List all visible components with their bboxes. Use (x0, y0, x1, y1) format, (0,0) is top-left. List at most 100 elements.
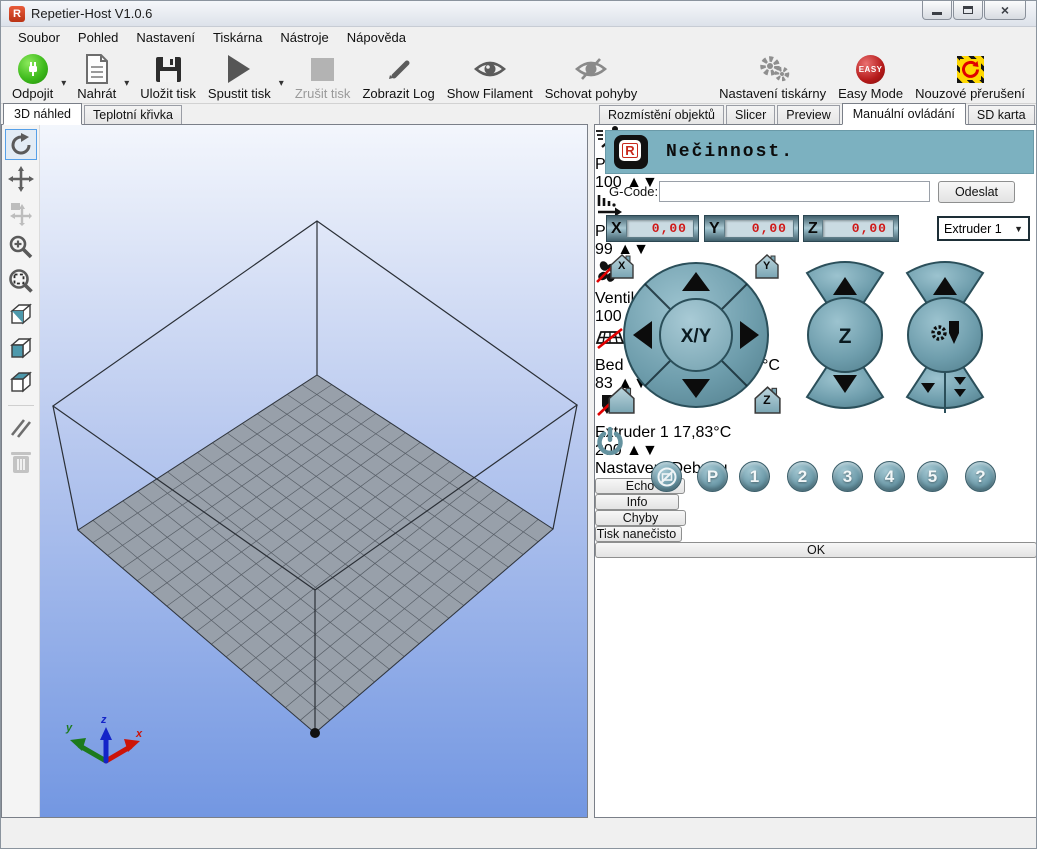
close-button[interactable]: × (984, 1, 1026, 20)
tab-sd-card[interactable]: SD karta (968, 105, 1035, 124)
view-top-button[interactable] (5, 367, 37, 398)
menu-soubor[interactable]: Soubor (9, 28, 69, 47)
zoom-fit-button[interactable] (5, 265, 37, 296)
movement-pad-area: X Y Z (603, 247, 1003, 427)
svg-text:z: z (100, 714, 107, 726)
ok-button[interactable]: OK (595, 542, 1037, 558)
power-button[interactable] (595, 426, 1037, 461)
show-filament-button[interactable]: Show Filament (442, 50, 538, 103)
svg-text:x: x (135, 728, 143, 740)
printer-status-text: Nečinnost. (666, 142, 794, 162)
document-icon (84, 53, 110, 85)
title-bar: R Repetier-Host V1.0.6 × (1, 1, 1036, 27)
move-object-button (5, 197, 37, 228)
tab-3d-view[interactable]: 3D náhled (3, 103, 82, 125)
repetier-logo-icon: R (614, 135, 648, 169)
right-panel: Rozmístění objektů Slicer Preview Manuál… (594, 104, 1037, 821)
preset-3-button[interactable]: 3 (832, 461, 863, 492)
rotate-view-button[interactable] (5, 129, 37, 160)
svg-text:X/Y: X/Y (681, 326, 712, 347)
debug-dry-run-button[interactable]: Tisk nanečisto (595, 526, 682, 542)
tab-temperature-curve[interactable]: Teplotní křivka (84, 105, 182, 124)
disconnect-dropdown-icon[interactable]: ▾ (61, 78, 66, 89)
save-print-button[interactable]: Uložit tisk (135, 50, 201, 103)
tab-object-placement[interactable]: Rozmístění objektů (599, 105, 724, 124)
zoom-in-button[interactable] (5, 231, 37, 262)
extruder-select[interactable]: Extruder 1 ▼ (937, 216, 1030, 241)
origin-marker (310, 728, 320, 738)
tab-manual-control[interactable]: Manuální ovládání (842, 103, 966, 125)
minimize-icon (932, 12, 942, 15)
menu-bar: Soubor Pohled Nastavení Tiskárna Nástroj… (1, 27, 1036, 48)
eye-icon (473, 53, 507, 85)
window-title: Repetier-Host V1.0.6 (31, 6, 152, 21)
tab-preview[interactable]: Preview (777, 105, 839, 124)
menu-napoveda[interactable]: Nápověda (338, 28, 415, 47)
home-all-button[interactable] (609, 387, 634, 413)
preset-2-button[interactable]: 2 (787, 461, 818, 492)
x-position-display: X 0,00 (606, 215, 699, 242)
view-isometric-button[interactable] (5, 299, 37, 330)
y-position-display: Y 0,00 (704, 215, 799, 242)
home-z-button[interactable]: Z (755, 387, 780, 413)
eye-slash-icon (574, 53, 608, 85)
emergency-stop-button[interactable]: Nouzové přerušení (910, 50, 1030, 103)
maximize-icon (963, 6, 973, 14)
view-toolbar (2, 125, 40, 817)
y-position-value: 0,00 (724, 219, 794, 238)
view-front-button[interactable] (5, 333, 37, 364)
play-icon (228, 55, 250, 83)
manual-control-panel: R Nečinnost. G-Code: Odeslat X 0,00 Y 0,… (594, 124, 1037, 818)
delete-object-button (5, 446, 37, 477)
cancel-print-button: Zrušit tisk (290, 50, 356, 103)
gcode-input[interactable] (659, 181, 930, 202)
quick-buttons-row: P 1 2 3 4 5 ? (595, 426, 1037, 458)
preset-5-button[interactable]: 5 (917, 461, 948, 492)
printer-status-header: R Nečinnost. (605, 130, 1034, 174)
hide-moves-button[interactable]: Schovat pohyby (540, 50, 643, 103)
z-position-value: 0,00 (822, 219, 894, 238)
load-button[interactable]: Nahrát (72, 50, 121, 103)
easy-mode-button[interactable]: EASY Easy Mode (833, 50, 908, 103)
home-x-button[interactable]: X (611, 255, 633, 278)
stop-icon (311, 58, 334, 81)
minimize-button[interactable] (922, 1, 952, 20)
chevron-down-icon: ▼ (1014, 224, 1023, 234)
svg-text:Z: Z (763, 393, 771, 407)
debug-errors-button[interactable]: Chyby (595, 510, 686, 526)
start-print-dropdown-icon[interactable]: ▾ (279, 78, 284, 89)
floppy-icon (155, 53, 182, 85)
pencil-icon (385, 53, 413, 85)
send-gcode-button[interactable]: Odeslat (938, 181, 1015, 203)
menu-nastroje[interactable]: Nástroje (271, 28, 337, 47)
tab-slicer[interactable]: Slicer (726, 105, 775, 124)
svg-text:y: y (65, 722, 73, 734)
printer-settings-button[interactable]: Nastavení tiskárny (714, 50, 831, 103)
move-view-button[interactable] (5, 163, 37, 194)
menu-tiskarna[interactable]: Tiskárna (204, 28, 271, 47)
svg-text:X: X (618, 260, 626, 272)
main-area: 3D náhled Teplotní křivka (1, 104, 1036, 821)
help-button[interactable]: ? (965, 461, 996, 492)
easy-mode-icon: EASY (856, 55, 885, 84)
show-log-button[interactable]: Zobrazit Log (357, 50, 439, 103)
start-print-button[interactable]: Spustit tisk (203, 50, 276, 103)
plug-icon (18, 54, 48, 84)
3d-viewport[interactable]: y z x (40, 125, 587, 817)
home-y-button[interactable]: Y (756, 255, 778, 278)
gears-icon (755, 53, 791, 85)
z-position-display: Z 0,00 (803, 215, 899, 242)
maximize-button[interactable] (953, 1, 983, 20)
disconnect-button[interactable]: Odpojit (7, 50, 58, 103)
parallel-projection-button[interactable] (5, 412, 37, 443)
park-button[interactable]: P (697, 461, 728, 492)
menu-pohled[interactable]: Pohled (69, 28, 127, 47)
left-panel: 3D náhled Teplotní křivka (1, 104, 589, 821)
preset-4-button[interactable]: 4 (874, 461, 905, 492)
menu-nastaveni[interactable]: Nastavení (127, 28, 204, 47)
motors-off-button[interactable] (651, 461, 682, 492)
emergency-stop-icon (957, 56, 984, 83)
debug-info-button[interactable]: Info (595, 494, 679, 510)
preset-1-button[interactable]: 1 (739, 461, 770, 492)
load-dropdown-icon[interactable]: ▾ (124, 78, 129, 89)
